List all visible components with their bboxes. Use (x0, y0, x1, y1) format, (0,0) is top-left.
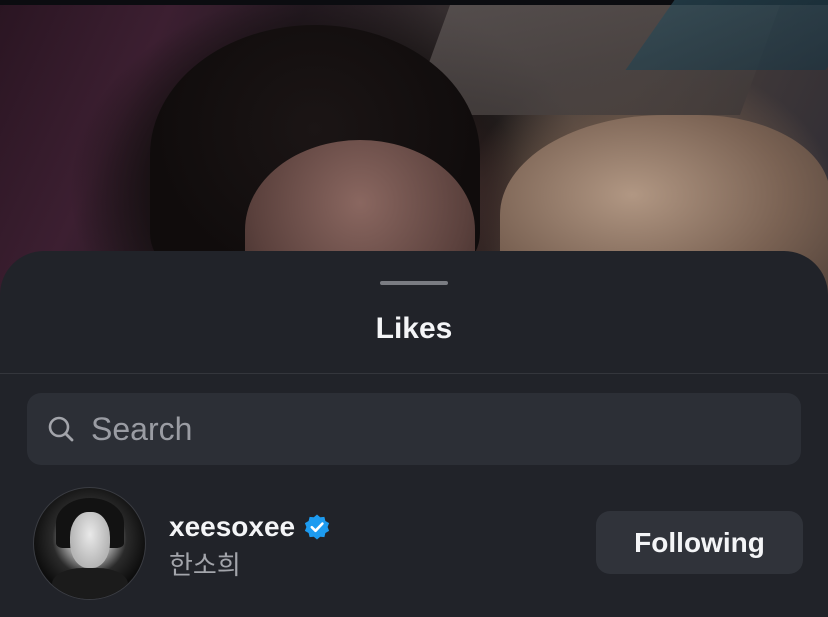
avatar-face (70, 512, 110, 568)
search-bar[interactable] (27, 393, 801, 465)
header-divider (0, 373, 828, 374)
search-input[interactable] (91, 393, 781, 465)
sheet-grabber-handle[interactable] (380, 281, 448, 285)
avatar[interactable] (33, 487, 146, 600)
sheet-title: Likes (375, 312, 453, 345)
search-icon (48, 416, 74, 442)
likes-bottom-sheet: Likes xeesoxee 한소희 F (0, 251, 828, 617)
screen: Likes xeesoxee 한소희 F (0, 0, 828, 617)
following-button[interactable]: Following (596, 511, 803, 574)
verified-badge-icon (305, 514, 330, 540)
full-name: 한소희 (169, 551, 241, 581)
avatar-body (52, 568, 128, 599)
list-item[interactable]: xeesoxee 한소희 Following (0, 485, 828, 601)
username-line: xeesoxee (169, 509, 331, 545)
username[interactable]: xeesoxee (169, 509, 295, 545)
